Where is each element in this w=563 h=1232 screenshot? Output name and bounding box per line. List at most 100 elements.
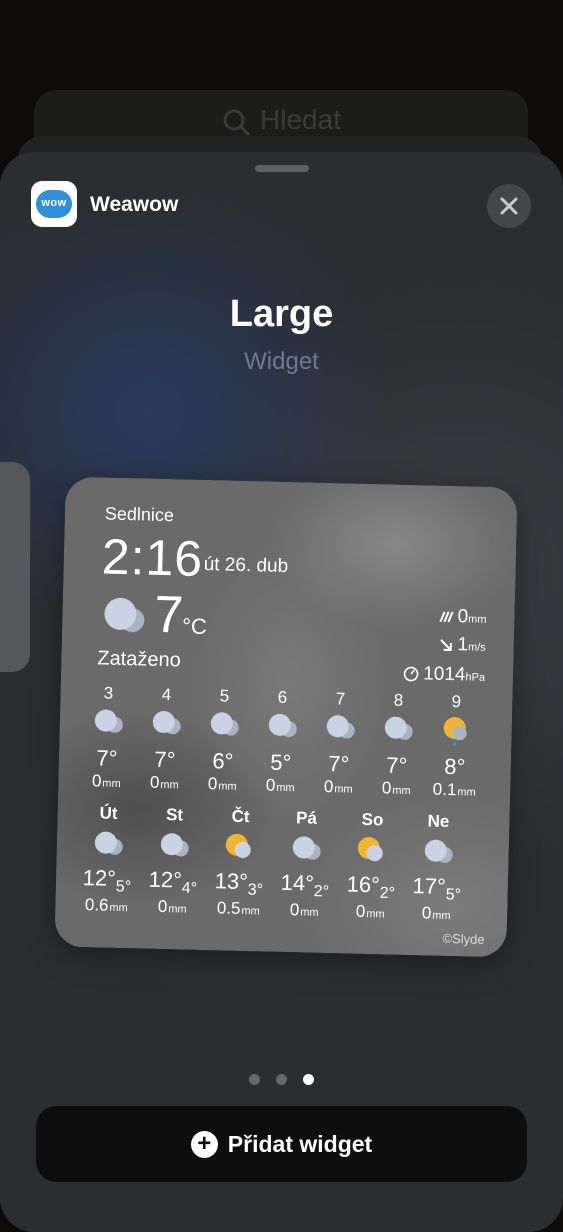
condition-text: Zataženo [97, 647, 182, 672]
hour-precip-unit: mm [102, 777, 121, 790]
hour-precip-unit: mm [457, 786, 476, 799]
hour-precipitation: 0mm [134, 772, 194, 793]
day-precip-unit: mm [241, 905, 260, 918]
day-precip-value: 0 [157, 897, 168, 917]
daily-forecast-item: Út 12°5° 0.6mm [73, 803, 142, 917]
page-indicator[interactable] [0, 1074, 563, 1085]
cloudy-icon [152, 711, 181, 735]
hour-label: 7 [335, 689, 346, 709]
hour-temperature: 7° [154, 746, 176, 773]
widget-size-title: Large [229, 293, 334, 335]
day-precip-unit: mm [109, 902, 128, 915]
hour-precip-unit: mm [392, 784, 411, 798]
day-precipitation: 0mm [139, 897, 205, 919]
day-high-temp: 14° [280, 869, 315, 896]
cloudy-icon [268, 713, 297, 738]
day-high-temp: 12° [148, 866, 183, 893]
hour-precip-value: 0 [381, 778, 392, 798]
cloudy-icon [160, 833, 189, 857]
hour-precipitation: 0mm [308, 777, 368, 798]
partly-sunny-icon [225, 833, 251, 858]
hourly-forecast-item: 6 5° 0mm [250, 687, 313, 796]
precipitation-value: 0 [457, 606, 469, 628]
hour-precip-value: 0 [265, 775, 276, 795]
hour-label: 5 [219, 686, 230, 706]
search-icon [223, 109, 250, 136]
add-widget-button[interactable]: + Přidat widget [36, 1106, 527, 1182]
cloudy-icon [210, 712, 239, 736]
hour-precip-unit: mm [276, 781, 295, 795]
page-dot-active[interactable] [303, 1074, 314, 1085]
hour-label: 9 [451, 692, 462, 712]
hour-precip-value: 0.1 [432, 779, 457, 800]
day-precip-value: 0.6 [84, 895, 109, 916]
hour-label: 3 [103, 683, 114, 703]
hour-label: 8 [393, 690, 404, 710]
day-label: So [361, 809, 384, 830]
day-low-temp: 2° [379, 884, 396, 903]
day-low-temp: 4° [181, 879, 198, 898]
copyright-label: ©Slyde [442, 930, 485, 947]
day-precip-unit: mm [366, 908, 385, 921]
sheet-grabber[interactable] [255, 165, 309, 172]
day-precip-value: 0 [355, 902, 366, 922]
cloudy-icon [292, 836, 321, 860]
close-button[interactable] [487, 184, 531, 228]
precipitation-unit: mm [467, 613, 487, 626]
daily-forecast-item: Pá 14°2° 0mm [271, 808, 340, 922]
day-precipitation: 0mm [337, 902, 403, 924]
add-widget-label: Přidat widget [227, 1130, 373, 1157]
previous-widget-preview[interactable] [0, 462, 30, 672]
hour-temperature: 7° [328, 751, 350, 777]
current-time: 2:16 [101, 528, 204, 587]
hourly-forecast-item: 7 7° 0mm [308, 689, 371, 798]
city-name: Sedlnice [104, 503, 175, 526]
day-precip-unit: mm [432, 910, 451, 923]
hour-precipitation: 0.1mm [424, 779, 484, 800]
day-high-temp: 13° [214, 868, 249, 895]
weather-widget-preview[interactable]: Sedlnice 2:16 út 26. dub 7 °C Zataženo 0… [54, 476, 518, 958]
day-precip-unit: mm [168, 903, 187, 917]
hourly-forecast-item: 5 6° 0mm [192, 686, 255, 795]
pressure-gauge-icon [403, 666, 419, 682]
hour-temperature: 7° [96, 745, 118, 771]
day-precip-value: 0 [421, 903, 432, 923]
hour-precipitation: 0mm [192, 774, 252, 795]
wind-arrow-icon [439, 639, 452, 652]
hour-label: 4 [161, 684, 172, 705]
day-precipitation: 0.6mm [73, 895, 139, 917]
sun-rain-icon [443, 717, 467, 747]
cloudy-icon [98, 595, 149, 639]
hourly-forecast-item: 3 7° 0mm [76, 683, 139, 792]
hour-temperature: 6° [212, 748, 234, 774]
hour-precip-value: 0 [91, 771, 102, 791]
hour-precipitation: 0mm [250, 775, 310, 796]
hourly-forecast-item: 8 7° 0mm [366, 690, 429, 799]
hour-temperature: 5° [270, 749, 292, 776]
day-low-temp: 2° [313, 883, 330, 901]
close-icon [500, 197, 518, 215]
hour-precip-value: 0 [323, 776, 334, 797]
day-label: Pá [295, 808, 318, 828]
temperature-unit: °C [181, 613, 208, 640]
daily-forecast-item: Ne 17°5° 0mm [403, 811, 472, 925]
day-low-temp: 3° [247, 881, 264, 899]
pressure-unit: hPa [465, 671, 486, 684]
rain-icon [439, 611, 454, 623]
day-high-temp: 16° [346, 871, 381, 898]
day-label: Ne [427, 811, 450, 832]
daily-forecast-item: St 12°4° 0mm [139, 805, 208, 919]
page-dot[interactable] [249, 1074, 260, 1085]
cloudy-icon [94, 709, 123, 733]
cloudy-icon [326, 715, 355, 739]
day-high-temp: 12° [82, 865, 117, 891]
day-precip-unit: mm [300, 906, 319, 920]
hour-precip-unit: mm [218, 780, 237, 793]
hour-precipitation: 0mm [76, 771, 136, 792]
day-precip-value: 0 [289, 900, 300, 920]
hour-precip-value: 0 [207, 774, 218, 794]
day-low-temp: 5° [115, 878, 132, 896]
page-dot[interactable] [276, 1074, 287, 1085]
partly-sunny-icon [357, 837, 383, 862]
hour-temperature: 7° [386, 752, 408, 778]
